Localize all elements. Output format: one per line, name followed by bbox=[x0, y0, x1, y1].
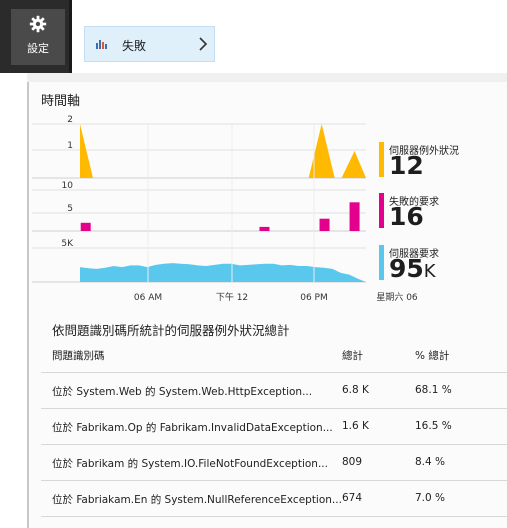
table-row[interactable]: 位於 Fabrikam.Op 的 Fabrikam.InvalidDataExc… bbox=[41, 408, 507, 444]
total-cell: 809 bbox=[342, 456, 363, 468]
table-row-divider bbox=[41, 516, 507, 528]
failed-request-bar bbox=[259, 226, 270, 231]
total-cell: 1.6 K bbox=[342, 420, 369, 432]
y-tick-label: 5 bbox=[67, 204, 73, 214]
server-requests-area bbox=[80, 263, 366, 282]
exceptions-table-title: 依問題識別碼所統計的伺服器例外狀況總計 bbox=[52, 323, 290, 338]
exception-spike bbox=[341, 151, 366, 178]
x-tick-label: 星期六 06 bbox=[376, 291, 418, 303]
percent-cell: 16.5 % bbox=[415, 420, 452, 432]
column-header-percent[interactable]: % 總計 bbox=[415, 348, 449, 363]
stat-value: 12 bbox=[389, 151, 424, 180]
x-tick-label: 下午 12 bbox=[216, 291, 248, 303]
failed-request-bar bbox=[80, 222, 91, 231]
problem-id-cell: 位於 Fabrikam.Op 的 Fabrikam.InvalidDataExc… bbox=[52, 422, 333, 434]
percent-cell: 68.1 % bbox=[415, 384, 452, 396]
stat-color-stripe bbox=[379, 142, 384, 177]
table-row[interactable]: 位於 Fabrikam 的 System.IO.FileNotFoundExce… bbox=[41, 444, 507, 480]
problem-id-cell: 位於 System.Web 的 System.Web.HttpException… bbox=[52, 386, 313, 398]
stat-value: 16 bbox=[389, 202, 424, 231]
total-cell: 674 bbox=[342, 492, 363, 504]
app-root: 設定 失敗 時間軸 2 1 10 5 5K 06 AM 下午 12 06 PM 星期六 06 伺… bbox=[0, 0, 507, 528]
stat-color-stripe bbox=[379, 245, 384, 280]
problem-id-cell: 位於 Fabrikam 的 System.IO.FileNotFoundExce… bbox=[52, 458, 328, 470]
percent-cell: 7.0 % bbox=[415, 492, 446, 504]
x-tick-label: 06 AM bbox=[134, 293, 162, 303]
table-row[interactable]: 位於 Fabriakam.En 的 System.NullReferenceEx… bbox=[41, 480, 507, 516]
stat-color-stripe bbox=[379, 193, 384, 228]
failed-request-bar bbox=[319, 218, 330, 231]
exception-spike bbox=[80, 124, 93, 178]
x-tick-label: 06 PM bbox=[300, 293, 328, 303]
exception-spike bbox=[308, 124, 335, 178]
column-header-problem-id[interactable]: 問題識別碼 bbox=[52, 348, 105, 363]
table-row[interactable]: 位於 System.Web 的 System.Web.HttpException… bbox=[41, 372, 507, 408]
y-tick-label: 2 bbox=[67, 115, 73, 125]
y-tick-label: 10 bbox=[62, 181, 74, 191]
stat-value: 95K bbox=[389, 254, 436, 283]
failed-request-bar bbox=[349, 202, 360, 231]
column-header-total[interactable]: 總計 bbox=[342, 348, 363, 363]
y-tick-label: 1 bbox=[67, 141, 73, 151]
total-cell: 6.8 K bbox=[342, 384, 369, 396]
y-tick-label: 5K bbox=[61, 239, 74, 249]
problem-id-cell: 位於 Fabriakam.En 的 System.NullReferenceEx… bbox=[52, 494, 342, 506]
percent-cell: 8.4 % bbox=[415, 456, 446, 468]
